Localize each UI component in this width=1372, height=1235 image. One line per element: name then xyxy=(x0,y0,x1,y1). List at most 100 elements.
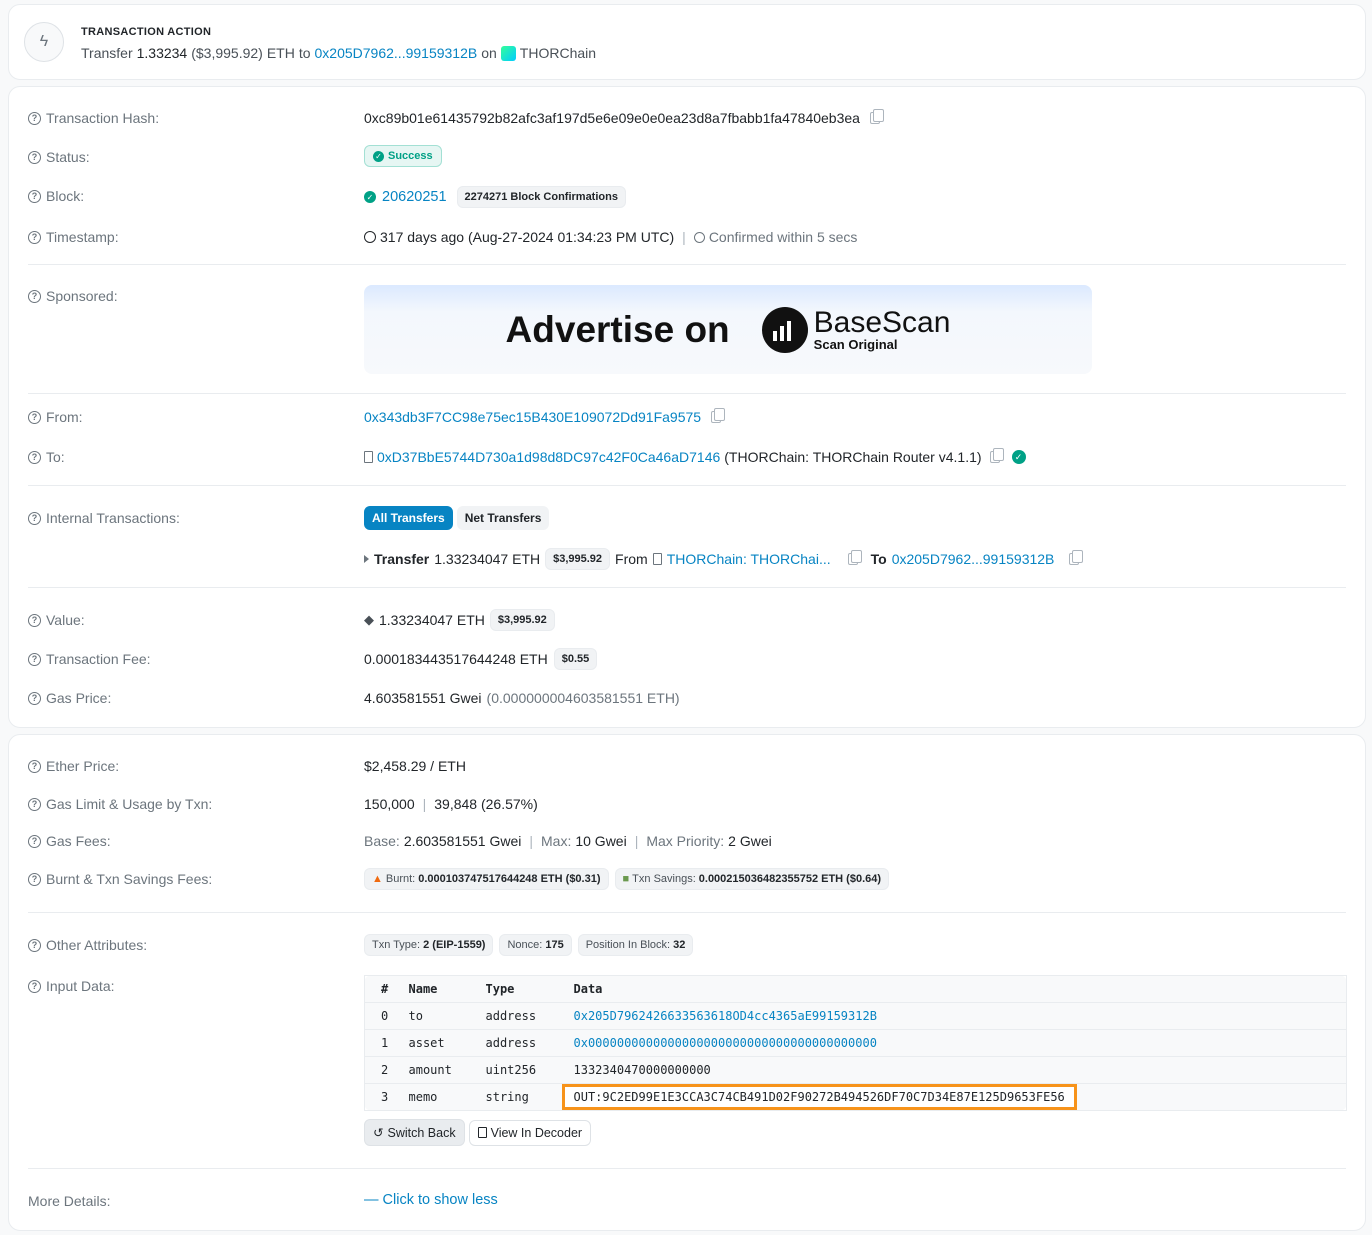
label-timestamp: ? Timestamp: xyxy=(28,229,119,245)
column-header: Data xyxy=(565,975,1347,1003)
timestamp: 317 days ago (Aug-27-2024 01:34:23 PM UT… xyxy=(380,229,675,245)
ad-text: Advertise on xyxy=(505,308,730,350)
label-block: ? Block: xyxy=(28,188,84,204)
ether-price-value: $2,458.29 / ETH xyxy=(364,758,466,774)
param-data-link[interactable]: 0x205D7962426633563618OD4cc4365aE9915931… xyxy=(565,1002,1347,1030)
help-icon: ? xyxy=(28,759,41,773)
tab-all-transfers[interactable]: All Transfers xyxy=(364,506,453,530)
to-contract-name: (THORChain: THORChain Router v4.1.1) xyxy=(724,449,982,465)
ethereum-icon: ◆ xyxy=(364,612,374,627)
gas-limit-value: 150,000 | 39,848 (26.57%) xyxy=(364,796,538,812)
overview-card: ? Transaction Hash: 0xc89b01e61435792b82a… xyxy=(8,86,1366,728)
txn-action-token: ETH xyxy=(266,45,295,61)
more-details-card: ? Ether Price: $2,458.29 / ETH ? Gas Limit… xyxy=(8,734,1366,1231)
column-header: Name xyxy=(400,975,478,1003)
fire-icon: ▲ xyxy=(372,873,383,885)
max-priority-value: 2 Gwei xyxy=(728,833,772,849)
to-address-link[interactable]: 0xD37BbE5744D730a1d98d8DC97c42F0Ca46aD71… xyxy=(377,449,720,465)
ad-sub: Scan Original xyxy=(813,337,898,352)
table-row: 1 asset address 0x0000000000000000000000… xyxy=(364,1029,1347,1057)
table-row: 3 memo string OUT:9C2ED99E1E3CCA3C74CB49… xyxy=(365,1084,1347,1111)
max-fee-value: 10 Gwei xyxy=(575,833,627,849)
label-burnt-savings: ? Burnt & Txn Savings Fees: xyxy=(28,871,212,887)
sponsored-ad-banner[interactable]: Advertise on BaseScan Scan Original xyxy=(364,285,1092,374)
copy-icon[interactable] xyxy=(1069,550,1084,565)
copy-icon[interactable] xyxy=(847,550,862,565)
stopwatch-icon xyxy=(693,231,705,243)
base-fee-value: 2.603581551 Gwei xyxy=(403,833,522,849)
help-icon: ? xyxy=(28,834,41,848)
param-type: address xyxy=(477,1029,566,1057)
internal-transfer-label: Transfer xyxy=(374,551,430,567)
lightning-icon: ϟ xyxy=(24,22,64,62)
help-icon: ? xyxy=(28,511,41,525)
transaction-hash-value: 0xc89b01e61435792b82afc3af197d5e6e09e0e0… xyxy=(364,109,884,126)
row-index: 1 xyxy=(364,1029,401,1057)
max-fee-key: Max: xyxy=(541,833,572,849)
gas-used: 39,848 (26.57%) xyxy=(434,796,538,812)
nonce-badge: Nonce: 175 xyxy=(499,934,572,956)
internal-from-word: From xyxy=(615,551,648,567)
input-data-table: # Name Type Data 0 to address 0x205D7962… xyxy=(364,975,1347,1111)
confirmed-within: Confirmed within 5 secs xyxy=(708,229,858,245)
copy-icon[interactable] xyxy=(989,448,1004,463)
table-row: 2 amount uint256 1332340470000000000 xyxy=(364,1056,1347,1084)
param-name: amount xyxy=(400,1056,478,1084)
internal-from-link[interactable]: THORChain: THORChai... xyxy=(667,551,831,567)
internal-transfer-usd-badge: $3,995.92 xyxy=(545,548,611,570)
gas-price-gwei: 4.603581551 Gwei xyxy=(364,690,482,706)
param-data-link[interactable]: 0x00000000000000000000000000000000000000… xyxy=(565,1029,1347,1057)
divider: | xyxy=(422,796,427,812)
divider: | xyxy=(682,229,686,245)
help-icon: ? xyxy=(28,189,41,203)
divider: | xyxy=(634,833,639,849)
help-icon: ? xyxy=(28,979,41,993)
help-icon: ? xyxy=(28,691,41,705)
label-gas-fees: ? Gas Fees: xyxy=(28,833,111,849)
basescan-logo-icon xyxy=(761,306,808,353)
txn-action-to-address[interactable]: 0x205D7962...99159312B xyxy=(315,45,478,61)
input-data-header: # Name Type Data xyxy=(364,975,1347,1003)
from-value: 0x343db3F7CC98e75ec15B430E109072Dd91Fa95… xyxy=(364,408,726,425)
tab-net-transfers[interactable]: Net Transfers xyxy=(456,506,550,530)
label-to: ? To: xyxy=(28,449,65,465)
label-internal-transactions: ? Internal Transactions: xyxy=(28,510,180,526)
help-icon: ? xyxy=(28,289,41,303)
block-value: ✓ 20620251 2274271 Block Confirmations xyxy=(364,186,626,208)
other-attributes-value: Txn Type: 2 (EIP-1559) Nonce: 175 Position… xyxy=(364,934,694,956)
txn-action-title: TRANSACTION ACTION xyxy=(81,26,212,38)
help-icon: ? xyxy=(28,652,41,666)
internal-to-link[interactable]: 0x205D7962...99159312B xyxy=(892,551,1055,567)
divider xyxy=(28,587,1346,588)
txn-action-verb: Transfer xyxy=(81,45,133,61)
param-name: memo xyxy=(408,1090,438,1104)
verified-check-icon: ✓ xyxy=(1011,450,1026,464)
show-less-link[interactable]: — Click to show less xyxy=(364,1192,498,1208)
check-circle-icon: ✓ xyxy=(373,150,384,162)
burnt-fee-badge: ▲ Burnt: 0.000103747517644248 ETH ($0.31) xyxy=(364,868,609,890)
gas-price-value: 4.603581551 Gwei (0.000000004603581551 E… xyxy=(364,690,680,706)
copy-icon[interactable] xyxy=(869,109,884,124)
internal-to-word: To xyxy=(870,551,887,567)
money-icon: ■ xyxy=(622,873,630,885)
timestamp-value: 317 days ago (Aug-27-2024 01:34:23 PM UT… xyxy=(364,229,857,245)
switch-back-button[interactable]: ↺ Switch Back xyxy=(364,1119,465,1146)
caret-right-icon[interactable] xyxy=(364,555,369,563)
divider xyxy=(28,912,1346,913)
column-header: # xyxy=(364,975,401,1003)
help-icon: ? xyxy=(28,450,41,464)
from-address-link[interactable]: 0x343db3F7CC98e75ec15B430E109072Dd91Fa95… xyxy=(364,409,701,425)
label-ether-price: ? Ether Price: xyxy=(28,758,119,774)
memo-highlighted-data: OUT:9C2ED99E1E3CCA3C74CB491D02F90272B494… xyxy=(561,1084,1077,1110)
txn-action-summary: Transfer 1.33234 ($3,995.92) ETH to 0x20… xyxy=(81,45,596,61)
divider xyxy=(28,485,1346,486)
label-sponsored: ? Sponsored: xyxy=(28,288,118,304)
param-name: to xyxy=(400,1002,478,1030)
block-number-link[interactable]: 20620251 xyxy=(382,189,447,205)
file-icon xyxy=(477,1127,487,1138)
gas-price-eth: (0.000000004603581551 ETH) xyxy=(486,690,680,706)
copy-icon[interactable] xyxy=(711,408,726,423)
view-in-decoder-button[interactable]: View In Decoder xyxy=(468,1119,592,1146)
row-index: 0 xyxy=(364,1002,401,1030)
transaction-hash: 0xc89b01e61435792b82afc3af197d5e6e09e0e0… xyxy=(364,110,860,126)
